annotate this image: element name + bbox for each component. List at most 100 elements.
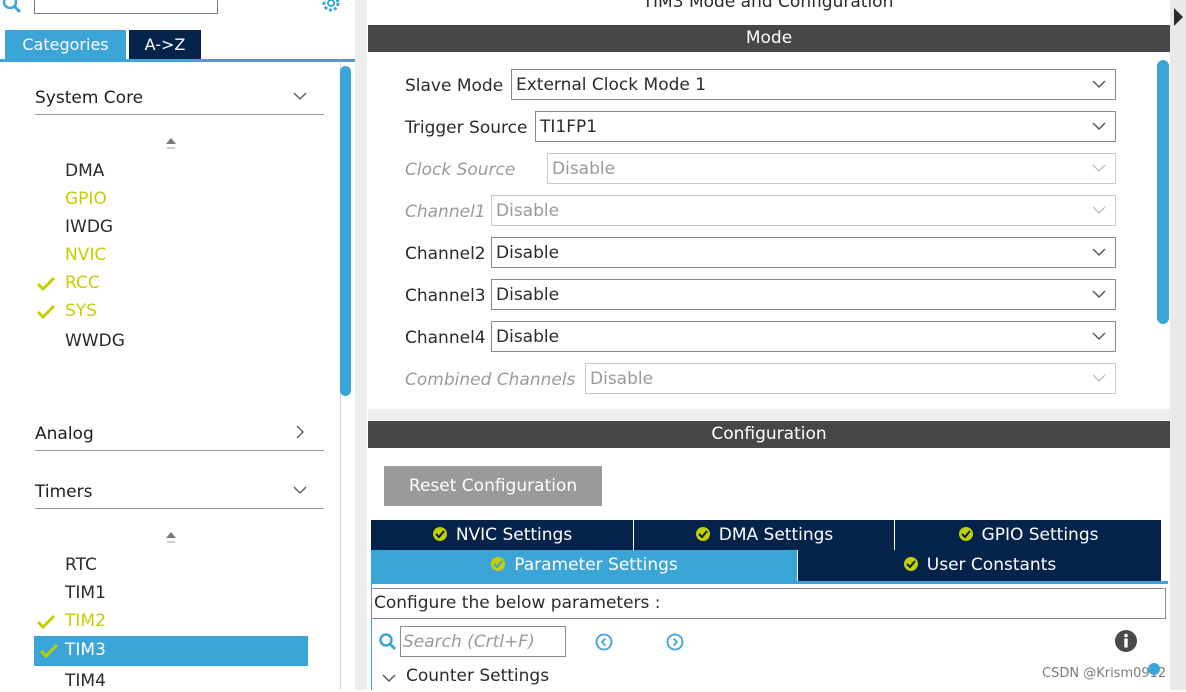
configuration-header: Configuration (368, 421, 1170, 448)
search-input[interactable]: Search (Crtl+F) (400, 626, 566, 657)
check-circle-icon (491, 557, 506, 571)
chevron-down-icon (1092, 164, 1106, 172)
category-system-core[interactable]: System Core (35, 84, 324, 115)
configure-description: Configure the below parameters : (371, 588, 1166, 619)
chevron-down-icon (293, 486, 307, 494)
select-value: Disable (496, 285, 560, 305)
category-label: System Core (35, 88, 144, 108)
list-item-sys[interactable]: SYS (65, 300, 97, 322)
mode-header: Mode (368, 25, 1170, 52)
channel4-select[interactable]: Disable (491, 321, 1116, 352)
list-item-tim1[interactable]: TIM1 (65, 582, 106, 604)
category-label: Analog (35, 424, 94, 444)
tab-label: NVIC Settings (455, 525, 573, 545)
chevron-down-icon (1092, 332, 1106, 340)
tab-label: GPIO Settings (981, 525, 1099, 545)
category-timers[interactable]: Timers (35, 478, 324, 509)
list-item-rcc[interactable]: RCC (65, 272, 100, 294)
channel2-label: Channel2 (405, 244, 486, 264)
combined-channels-select[interactable]: Disable (585, 363, 1116, 394)
tab-label: DMA Settings (718, 525, 834, 545)
select-value: Disable (496, 243, 560, 263)
select-value: External Clock Mode 1 (516, 75, 707, 95)
check-icon (39, 643, 59, 659)
tab-nvic-settings[interactable]: NVIC Settings (371, 520, 634, 550)
tab-user-constants[interactable]: User Constants (797, 550, 1161, 581)
check-circle-icon (432, 527, 447, 541)
trigger-source-select[interactable]: TI1FP1 (535, 111, 1116, 142)
category-label: Timers (35, 482, 93, 502)
scrollbar-thumb[interactable] (1157, 60, 1169, 324)
search-icon[interactable] (2, 0, 22, 14)
chevron-down-icon (198, 0, 200, 1)
tab-label: Parameter Settings (514, 555, 678, 575)
list-item-tim2[interactable]: TIM2 (65, 610, 106, 632)
chevron-down-icon (1092, 206, 1106, 214)
check-circle-icon (695, 527, 710, 541)
category-analog[interactable]: Analog (35, 420, 324, 451)
panel-divider[interactable] (355, 0, 367, 690)
channel3-select[interactable]: Disable (491, 279, 1116, 310)
tab-categories[interactable]: Categories (5, 30, 126, 59)
channel3-label: Channel3 (405, 286, 486, 306)
trigger-source-label: Trigger Source (405, 118, 528, 138)
search-icon[interactable] (378, 632, 398, 652)
channel4-label: Channel4 (405, 328, 486, 348)
list-item-tim4[interactable]: TIM4 (65, 670, 106, 692)
sort-icon[interactable] (164, 530, 178, 546)
chevron-down-icon (1092, 374, 1106, 382)
tab-dma-settings[interactable]: DMA Settings (634, 520, 895, 550)
chevron-down-icon (1092, 80, 1106, 88)
chevron-down-icon[interactable] (381, 670, 397, 686)
gear-icon[interactable] (318, 0, 344, 14)
chevron-down-icon (1092, 122, 1106, 130)
sort-icon[interactable] (164, 136, 178, 152)
select-value: TI1FP1 (540, 117, 598, 137)
list-item-label: TIM3 (65, 640, 106, 660)
check-icon (36, 276, 56, 292)
slave-mode-select[interactable]: External Clock Mode 1 (511, 69, 1116, 100)
counter-settings-group[interactable]: Counter Settings (406, 666, 549, 686)
next-icon[interactable] (665, 632, 685, 652)
combined-channels-label: Combined Channels (405, 370, 576, 390)
select-value: Disable (496, 201, 560, 221)
channel2-select[interactable]: Disable (491, 237, 1116, 268)
clock-source-select[interactable]: Disable (547, 153, 1116, 184)
check-circle-icon (903, 557, 918, 571)
tab-parameter-settings[interactable]: Parameter Settings (371, 550, 797, 581)
previous-icon[interactable] (594, 632, 614, 652)
select-value: Disable (552, 159, 616, 179)
channel1-select[interactable]: Disable (491, 195, 1116, 226)
list-item-dma[interactable]: DMA (65, 160, 104, 182)
page-title: TIM3 Mode and Configuration (642, 0, 894, 12)
list-item-gpio[interactable]: GPIO (65, 188, 107, 210)
search-dropdown[interactable] (34, 0, 218, 14)
tab-underline (0, 59, 355, 62)
search-placeholder: Search (Crtl+F) (403, 632, 535, 652)
expand-arrow-icon[interactable] (1171, 6, 1185, 28)
tab-gpio-settings[interactable]: GPIO Settings (895, 520, 1161, 550)
check-icon (36, 304, 56, 320)
check-circle-icon (958, 527, 973, 541)
list-item-nvic[interactable]: NVIC (65, 244, 106, 266)
list-item-rtc[interactable]: RTC (65, 554, 97, 576)
slave-mode-label: Slave Mode (405, 76, 504, 96)
chevron-right-icon (296, 425, 304, 439)
chevron-down-icon (1092, 248, 1106, 256)
check-icon (36, 614, 56, 630)
clock-source-label: Clock Source (405, 160, 516, 180)
section-separator[interactable] (368, 409, 1170, 420)
list-item-tim3-selected[interactable]: TIM3 (34, 636, 308, 666)
scroll-indicator-dot (1148, 663, 1160, 675)
tab-label: User Constants (926, 555, 1057, 575)
list-item-wwdg[interactable]: WWDG (65, 330, 125, 352)
right-collapse-strip[interactable] (1170, 0, 1186, 690)
chevron-down-icon (1092, 290, 1106, 298)
scrollbar-thumb[interactable] (340, 66, 351, 396)
chevron-down-icon (293, 92, 307, 100)
list-item-iwdg[interactable]: IWDG (65, 216, 113, 238)
select-value: Disable (496, 327, 560, 347)
tab-a-z[interactable]: A->Z (129, 30, 201, 59)
info-icon[interactable] (1114, 629, 1138, 653)
reset-configuration-button[interactable]: Reset Configuration (384, 466, 602, 506)
